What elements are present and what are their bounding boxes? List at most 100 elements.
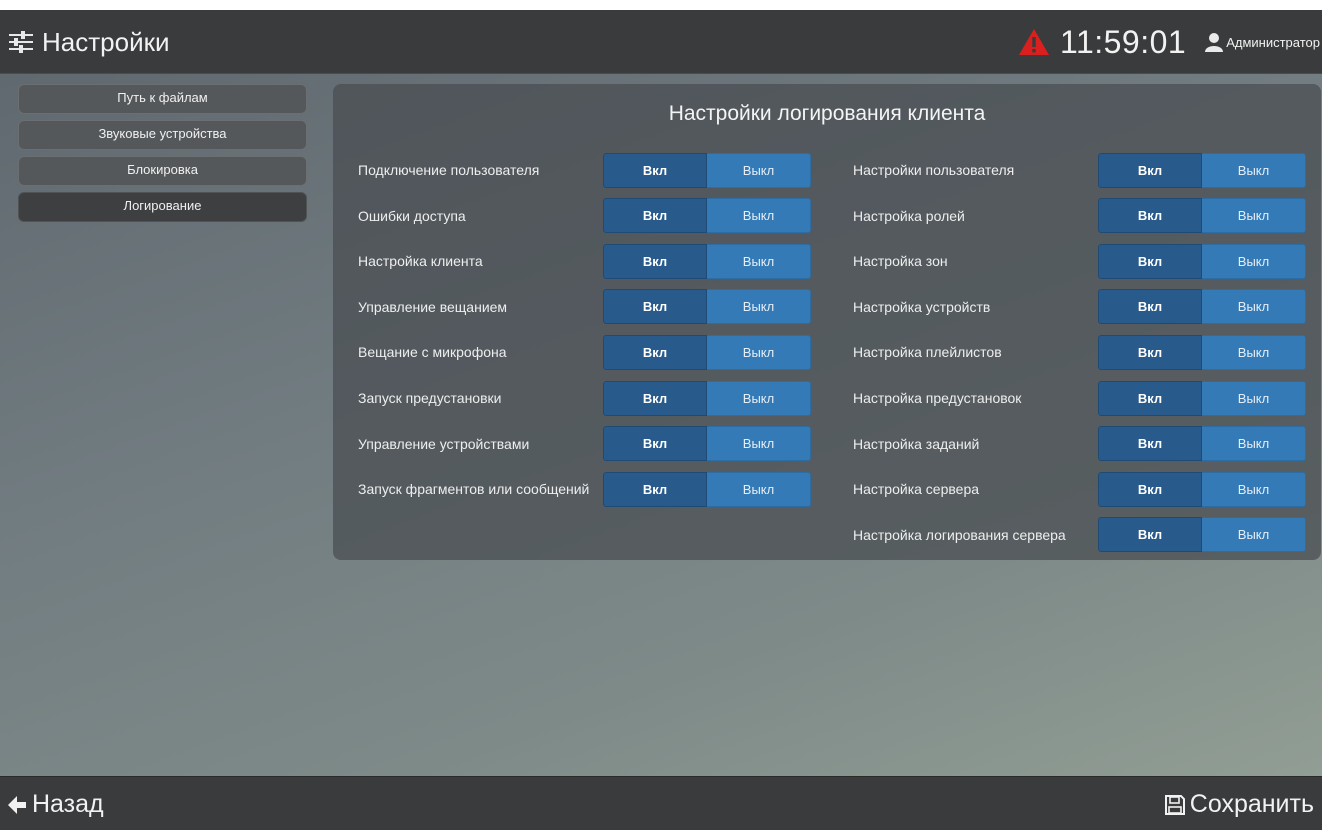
setting-label: Настройка устройств xyxy=(853,298,991,315)
on-off-toggle: Вкл Выкл xyxy=(603,289,811,325)
setting-label: Ошибки доступа xyxy=(358,207,466,224)
toggle-off-button[interactable]: Выкл xyxy=(1202,471,1306,507)
top-bar: Настройки 11:59:01 Администратор xyxy=(0,10,1322,74)
toggle-off-button[interactable]: Выкл xyxy=(707,426,811,462)
on-off-toggle: Вкл Выкл xyxy=(1098,243,1306,279)
toggle-on-button[interactable]: Вкл xyxy=(603,152,707,188)
sidebar-item-logging[interactable]: Логирование xyxy=(18,192,307,222)
toggle-off-button[interactable]: Выкл xyxy=(1202,517,1306,553)
setting-row: Настройка зон Вкл Выкл xyxy=(853,243,1306,279)
toggle-off-button[interactable]: Выкл xyxy=(1202,334,1306,370)
toggle-off-button[interactable]: Выкл xyxy=(1202,380,1306,416)
toggle-off-button[interactable]: Выкл xyxy=(1202,152,1306,188)
setting-row: Подключение пользователя Вкл Выкл xyxy=(358,152,811,188)
toggle-off-button[interactable]: Выкл xyxy=(707,198,811,234)
setting-label: Настройка плейлистов xyxy=(853,344,1002,361)
header-title-group: Настройки xyxy=(8,24,170,60)
setting-label: Вещание с микрофона xyxy=(358,344,507,361)
sidebar-item-lock[interactable]: Блокировка xyxy=(18,156,307,186)
setting-row: Запуск фрагментов или сообщений Вкл Выкл xyxy=(358,471,811,507)
setting-label: Настройка заданий xyxy=(853,435,980,452)
toggle-on-button[interactable]: Вкл xyxy=(1098,334,1202,370)
toggle-on-button[interactable]: Вкл xyxy=(1098,152,1202,188)
toggle-on-button[interactable]: Вкл xyxy=(603,426,707,462)
sidebar-item-label: Логирование xyxy=(123,197,202,213)
panel-title: Настройки логирования клиента xyxy=(668,102,986,125)
toggle-on-button[interactable]: Вкл xyxy=(1098,243,1202,279)
on-off-toggle: Вкл Выкл xyxy=(1098,152,1306,188)
back-label: Назад xyxy=(32,790,104,818)
toggle-on-button[interactable]: Вкл xyxy=(603,289,707,325)
user-name[interactable]: Администратор xyxy=(1226,35,1320,50)
floppy-disk-icon xyxy=(1164,794,1186,816)
sidebar-item-label: Путь к файлам xyxy=(117,89,208,105)
on-off-toggle: Вкл Выкл xyxy=(1098,289,1306,325)
setting-label: Управление вещанием xyxy=(358,298,508,315)
setting-row: Управление вещанием Вкл Выкл xyxy=(358,289,811,325)
toggle-on-button[interactable]: Вкл xyxy=(1098,471,1202,507)
save-button[interactable]: Сохранить xyxy=(1164,790,1314,819)
toggle-on-button[interactable]: Вкл xyxy=(603,334,707,370)
setting-label: Настройка логирования сервера xyxy=(853,526,1066,543)
sidebar-item-audio-devices[interactable]: Звуковые устройства xyxy=(18,120,307,150)
sidebar-item-label: Блокировка xyxy=(127,161,198,177)
sidebar-item-label: Звуковые устройства xyxy=(98,125,227,141)
setting-label: Настройка ролей xyxy=(853,207,965,224)
on-off-toggle: Вкл Выкл xyxy=(603,334,811,370)
setting-label: Настройки пользователя xyxy=(853,162,1015,178)
toggle-off-button[interactable]: Выкл xyxy=(707,380,811,416)
toggle-on-button[interactable]: Вкл xyxy=(603,380,707,416)
setting-row: Запуск предустановки Вкл Выкл xyxy=(358,380,811,416)
sidebar-item-file-paths[interactable]: Путь к файлам xyxy=(18,84,307,114)
setting-row: Настройка ролей Вкл Выкл xyxy=(853,198,1306,234)
toggle-off-button[interactable]: Выкл xyxy=(707,289,811,325)
on-off-toggle: Вкл Выкл xyxy=(1098,517,1306,553)
toggle-off-button[interactable]: Выкл xyxy=(707,334,811,370)
toggle-off-button[interactable]: Выкл xyxy=(1202,289,1306,325)
on-off-toggle: Вкл Выкл xyxy=(1098,426,1306,462)
setting-label: Настройка предустановок xyxy=(853,390,1022,406)
toggle-on-button[interactable]: Вкл xyxy=(1098,289,1202,325)
toggle-on-button[interactable]: Вкл xyxy=(603,198,707,234)
setting-row: Настройка плейлистов Вкл Выкл xyxy=(853,334,1306,370)
warning-icon[interactable] xyxy=(1018,28,1050,56)
toggle-on-button[interactable]: Вкл xyxy=(1098,426,1202,462)
setting-row: Настройка логирования сервера Вкл Выкл xyxy=(853,517,1306,553)
setting-label: Запуск предустановки xyxy=(358,390,502,406)
toggle-off-button[interactable]: Выкл xyxy=(1202,243,1306,279)
setting-row: Настройка сервера Вкл Выкл xyxy=(853,471,1306,507)
clock: 11:59:01 xyxy=(1060,23,1187,60)
toggle-off-button[interactable]: Выкл xyxy=(707,152,811,188)
user-icon xyxy=(1204,32,1224,52)
bottom-bar: Назад Сохранить xyxy=(0,776,1322,830)
save-label: Сохранить xyxy=(1189,790,1314,818)
toggle-on-button[interactable]: Вкл xyxy=(603,243,707,279)
on-off-toggle: Вкл Выкл xyxy=(603,152,811,188)
setting-row: Управление устройствами Вкл Выкл xyxy=(358,426,811,462)
back-button[interactable]: Назад xyxy=(6,790,104,819)
toggle-off-button[interactable]: Выкл xyxy=(1202,426,1306,462)
arrow-left-icon xyxy=(6,794,28,816)
setting-label: Подключение пользователя xyxy=(358,162,540,178)
setting-row: Настройка клиента Вкл Выкл xyxy=(358,243,811,279)
setting-label: Запуск фрагментов или сообщений xyxy=(358,481,590,498)
setting-row: Ошибки доступа Вкл Выкл xyxy=(358,198,811,234)
toggle-off-button[interactable]: Выкл xyxy=(707,471,811,507)
on-off-toggle: Вкл Выкл xyxy=(1098,471,1306,507)
toggle-off-button[interactable]: Выкл xyxy=(707,243,811,279)
toggle-on-button[interactable]: Вкл xyxy=(1098,198,1202,234)
logging-settings-panel: Настройки логирования клиента Подключени… xyxy=(333,84,1321,560)
on-off-toggle: Вкл Выкл xyxy=(603,198,811,234)
setting-label: Настройка зон xyxy=(853,253,948,270)
page-title: Настройки xyxy=(42,26,170,57)
setting-row: Настройки пользователя Вкл Выкл xyxy=(853,152,1306,188)
on-off-toggle: Вкл Выкл xyxy=(603,243,811,279)
on-off-toggle: Вкл Выкл xyxy=(1098,380,1306,416)
header-status-group: 11:59:01 Администратор xyxy=(1018,24,1320,60)
toggle-on-button[interactable]: Вкл xyxy=(603,471,707,507)
sliders-icon xyxy=(8,31,34,53)
settings-app: Настройки 11:59:01 Администратор Путь к … xyxy=(0,10,1322,830)
toggle-on-button[interactable]: Вкл xyxy=(1098,380,1202,416)
toggle-off-button[interactable]: Выкл xyxy=(1202,198,1306,234)
toggle-on-button[interactable]: Вкл xyxy=(1098,517,1202,553)
